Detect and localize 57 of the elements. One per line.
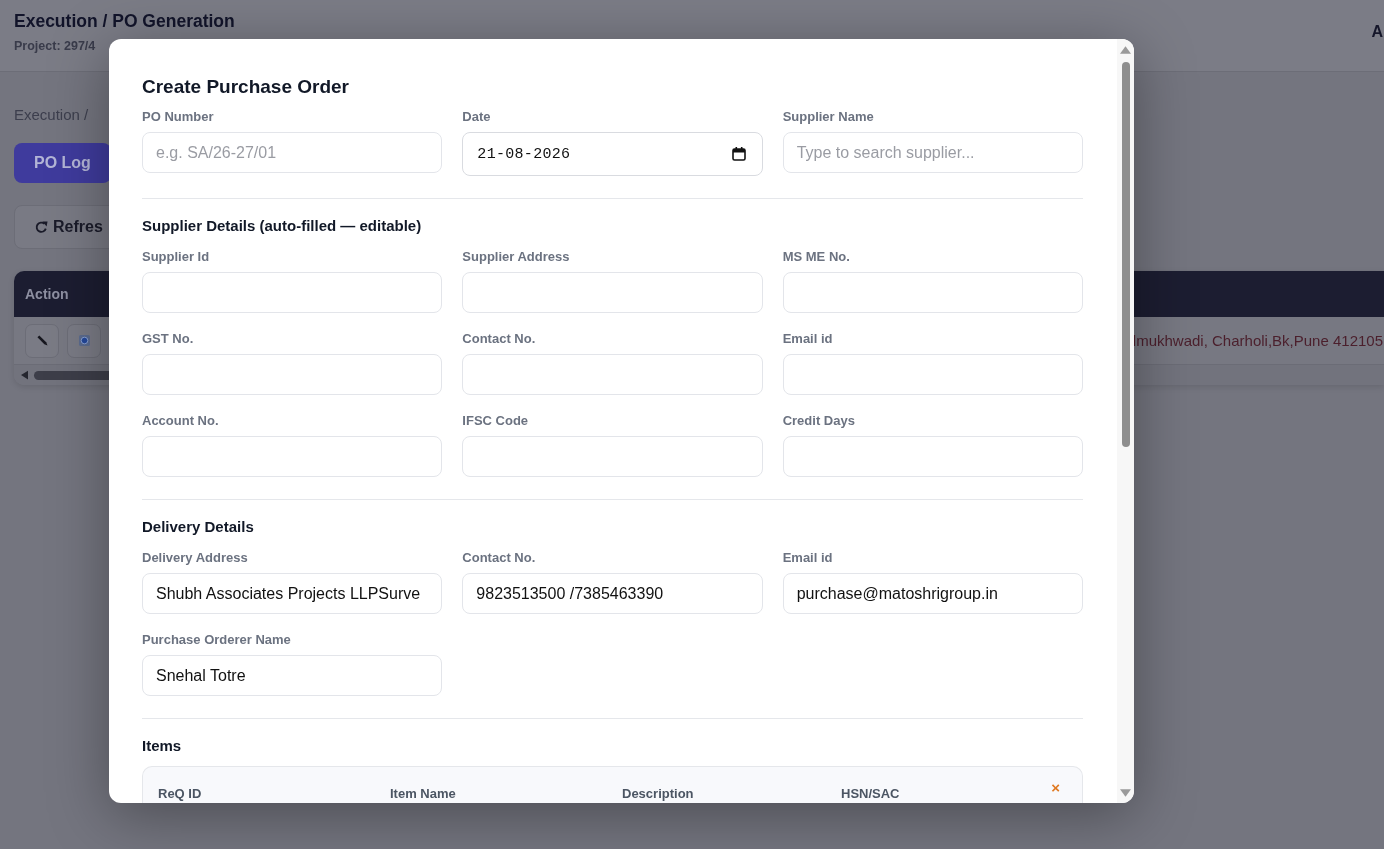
input-field[interactable]: Snehal Totre	[142, 655, 443, 696]
input-field[interactable]: 9823513500 /7385463390	[462, 573, 763, 614]
column-header: ReQ ID	[158, 785, 202, 802]
input-field[interactable]	[462, 272, 763, 313]
field-label: Email id	[782, 549, 833, 566]
section-title: Supplier Details (auto-filled — editable)	[142, 216, 423, 236]
input-field[interactable]	[782, 436, 1083, 477]
calendar-icon[interactable]	[731, 147, 746, 161]
page-title: Execution / PO Generation	[14, 10, 235, 32]
input-field[interactable]	[782, 354, 1083, 395]
input-field[interactable]: e.g. SA/26-27/01	[142, 132, 443, 173]
user-name: A	[1371, 22, 1383, 42]
circle-icon	[78, 335, 90, 346]
input-field[interactable]	[142, 272, 443, 313]
field-label: Supplier Name	[782, 108, 874, 125]
pencil-icon	[36, 335, 48, 346]
view-button[interactable]	[67, 323, 101, 358]
table-cell: lmukhwadi, Charholi,Bk,Pune 412105	[1132, 332, 1383, 349]
column-header: HSN/SAC	[841, 785, 900, 802]
field-label: PO Number	[142, 108, 214, 125]
field-label: Delivery Address	[142, 549, 248, 566]
field-label: Credit Days	[782, 412, 855, 429]
field-label: Contact No.	[462, 549, 536, 566]
field-label: Date	[462, 108, 491, 125]
field-label: Email id	[782, 330, 833, 347]
input-field[interactable]	[142, 436, 443, 477]
field-label: Supplier Id	[142, 248, 210, 265]
refresh-icon	[35, 220, 48, 234]
input-field[interactable]: purchase@matoshrigroup.in	[782, 573, 1083, 614]
field-label: Account No.	[142, 412, 219, 429]
project-label: Project: 297/4	[14, 38, 97, 54]
scroll-down-icon[interactable]	[1120, 789, 1131, 797]
field-label: Contact No.	[462, 330, 536, 347]
input-field[interactable]	[782, 272, 1083, 313]
input-field[interactable]: Shubh Associates Projects LLPSurve	[142, 573, 443, 614]
modal-title: Create Purchase Order	[142, 75, 350, 99]
column-header: Item Name	[390, 785, 456, 802]
scroll-left-icon[interactable]	[21, 370, 28, 380]
field-label: GST No.	[142, 330, 194, 347]
date-field[interactable]: 21-08-2026	[462, 132, 763, 176]
edit-button[interactable]	[25, 323, 59, 358]
field-label: MS ME No.	[782, 248, 850, 265]
field-label: IFSC Code	[462, 412, 529, 429]
po-log-button[interactable]: PO Log	[14, 143, 111, 183]
section-title: Delivery Details	[142, 517, 255, 537]
input-field[interactable]	[462, 436, 763, 477]
input-field[interactable]	[462, 354, 763, 395]
field-label: Supplier Address	[462, 248, 570, 265]
scroll-up-icon[interactable]	[1120, 46, 1131, 54]
column-header: Description	[622, 785, 694, 802]
column-header: Action	[25, 286, 69, 302]
scrollbar-thumb[interactable]	[1121, 62, 1130, 447]
scrollbar-track[interactable]	[1117, 39, 1134, 803]
input-field[interactable]: Type to search supplier...	[782, 132, 1083, 173]
field-label: Purchase Orderer Name	[142, 631, 291, 648]
section-title: Items	[142, 736, 183, 756]
input-field[interactable]	[142, 354, 443, 395]
